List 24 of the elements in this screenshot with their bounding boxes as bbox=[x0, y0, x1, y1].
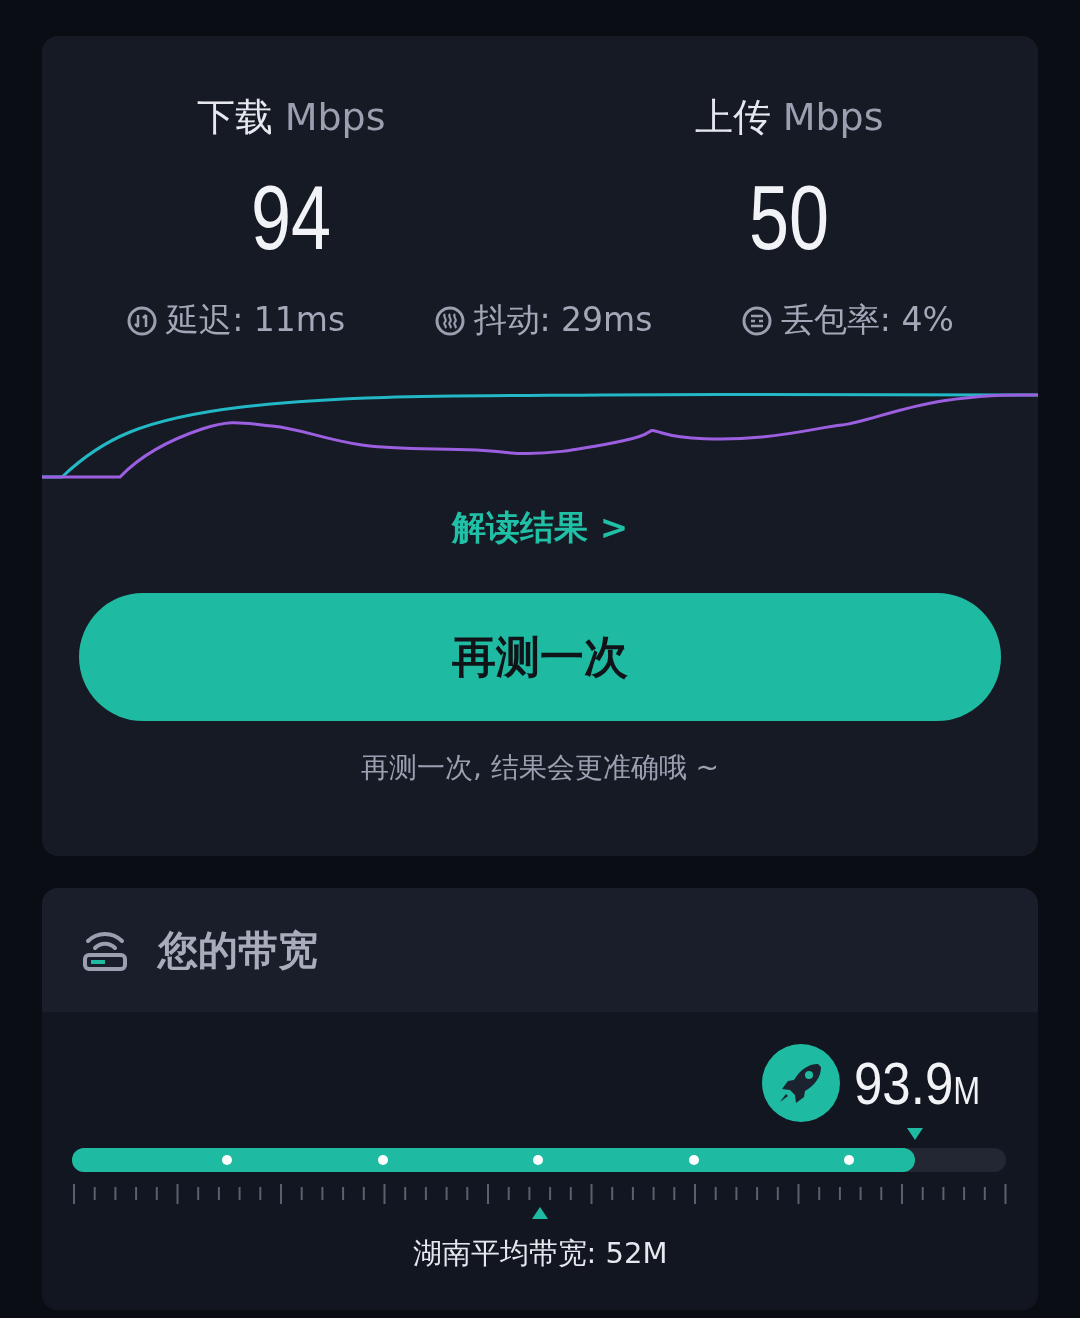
packet-loss-icon bbox=[740, 304, 773, 337]
interpret-results-link[interactable]: 解读结果 > bbox=[451, 505, 629, 551]
bandwidth-title: 您的带宽 bbox=[158, 925, 318, 975]
upload-label: 上传 Mbps bbox=[694, 94, 884, 141]
scale-dot bbox=[533, 1155, 544, 1165]
scale-dot bbox=[844, 1155, 855, 1165]
scale-dot bbox=[222, 1155, 233, 1165]
download-speed: 94 bbox=[250, 168, 332, 268]
bandwidth-value: 93.9M bbox=[853, 1048, 980, 1118]
upload-speed: 50 bbox=[748, 168, 830, 268]
scale-dot bbox=[378, 1155, 388, 1165]
metric-text: 延迟: 11ms bbox=[166, 299, 346, 341]
rocket-icon bbox=[761, 1044, 840, 1122]
jitter-icon bbox=[433, 304, 466, 337]
metric-text: 抖动: 29ms bbox=[473, 299, 653, 341]
download-label: 下载 Mbps bbox=[196, 94, 386, 141]
metric-text: 丢包率: 4% bbox=[780, 299, 954, 341]
hint-text: 再测一次, 结果会更准确哦 ~ bbox=[360, 750, 720, 786]
average-bandwidth-text: 湖南平均带宽: 52M bbox=[411, 1235, 669, 1272]
average-marker-icon bbox=[532, 1207, 548, 1219]
scale-dot bbox=[689, 1155, 699, 1165]
pointer-icon bbox=[907, 1128, 924, 1140]
latency-icon bbox=[126, 304, 159, 337]
retest-button[interactable]: 再测一次 bbox=[79, 593, 1001, 721]
